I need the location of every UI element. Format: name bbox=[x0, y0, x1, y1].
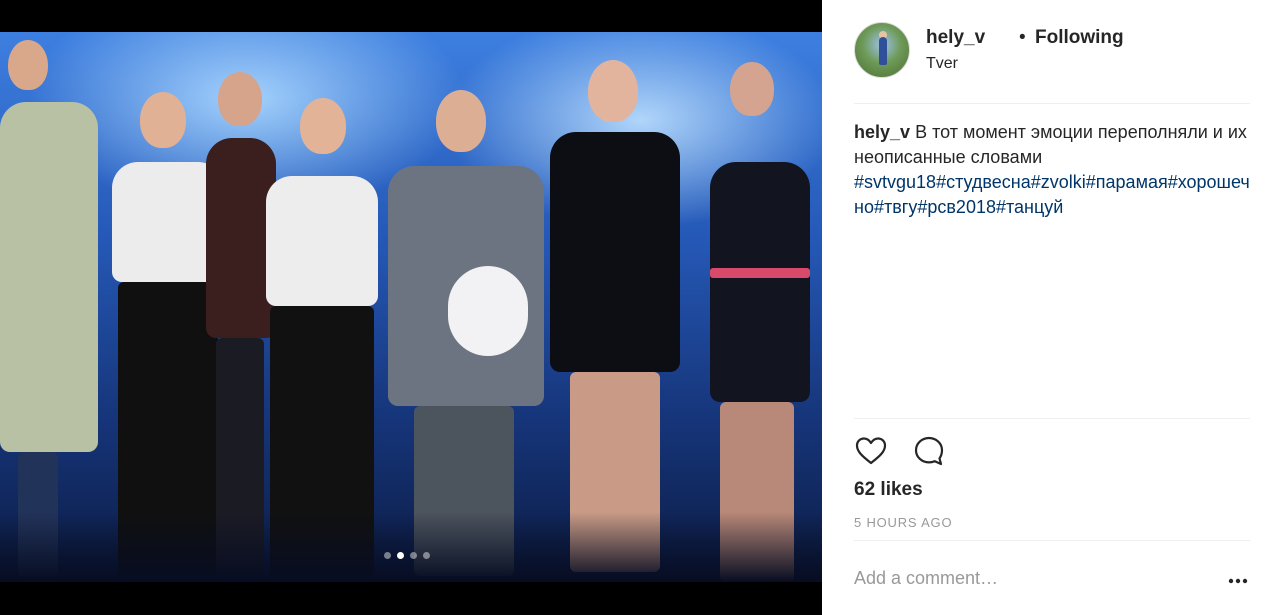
hashtag-link[interactable]: #твгу bbox=[874, 197, 917, 217]
comment-input[interactable] bbox=[854, 566, 1194, 590]
carousel-dot-active[interactable] bbox=[397, 552, 404, 559]
post-actions bbox=[854, 434, 946, 468]
comment-divider bbox=[854, 540, 1250, 541]
performer-right-dress bbox=[700, 62, 822, 582]
carousel-indicator bbox=[384, 552, 430, 559]
actions-divider bbox=[854, 418, 1250, 419]
location-link[interactable]: Tver bbox=[926, 55, 958, 73]
carousel-dot[interactable] bbox=[410, 552, 417, 559]
header-divider bbox=[854, 103, 1250, 104]
hashtag-link[interactable]: #студвесна bbox=[936, 172, 1031, 192]
hashtag-link[interactable]: #парамая bbox=[1086, 172, 1168, 192]
caption-text: В тот момент эмоции переполняли и их нео… bbox=[854, 122, 1247, 167]
performer-grey-suit bbox=[382, 90, 550, 582]
hashtag-link[interactable]: #zvolki bbox=[1031, 172, 1086, 192]
hashtag-link[interactable]: #танцуй bbox=[996, 197, 1063, 217]
username-link[interactable]: hely_v bbox=[926, 27, 985, 49]
post-media bbox=[0, 0, 822, 615]
carousel-dot[interactable] bbox=[384, 552, 391, 559]
more-options-icon[interactable] bbox=[1226, 567, 1250, 591]
hashtag-link[interactable]: #рсв2018 bbox=[917, 197, 996, 217]
post-timestamp[interactable]: 5 HOURS AGO bbox=[854, 515, 952, 530]
caption-username-link[interactable]: hely_v bbox=[854, 122, 910, 142]
carousel-dot[interactable] bbox=[423, 552, 430, 559]
heart-outline-icon[interactable] bbox=[854, 434, 888, 468]
post-caption: hely_v В тот момент эмоции переполняли и… bbox=[854, 120, 1250, 220]
post-photo[interactable] bbox=[0, 32, 822, 582]
post-header: hely_v • Following Tver bbox=[854, 22, 1250, 82]
avatar[interactable] bbox=[854, 22, 910, 78]
performer-sequin-dress bbox=[540, 42, 690, 582]
performer-white-shirt-2 bbox=[262, 98, 382, 582]
hashtag-link[interactable]: #svtvgu18 bbox=[854, 172, 936, 192]
following-button[interactable]: Following bbox=[1035, 27, 1124, 49]
post-details-panel: hely_v • Following Tver hely_v В тот мом… bbox=[822, 0, 1280, 615]
separator-dot: • bbox=[1019, 27, 1026, 48]
stage-floor bbox=[0, 512, 822, 582]
speech-bubble-icon[interactable] bbox=[912, 434, 946, 468]
likes-count[interactable]: 62 likes bbox=[854, 479, 923, 501]
performer-coat bbox=[0, 32, 100, 582]
